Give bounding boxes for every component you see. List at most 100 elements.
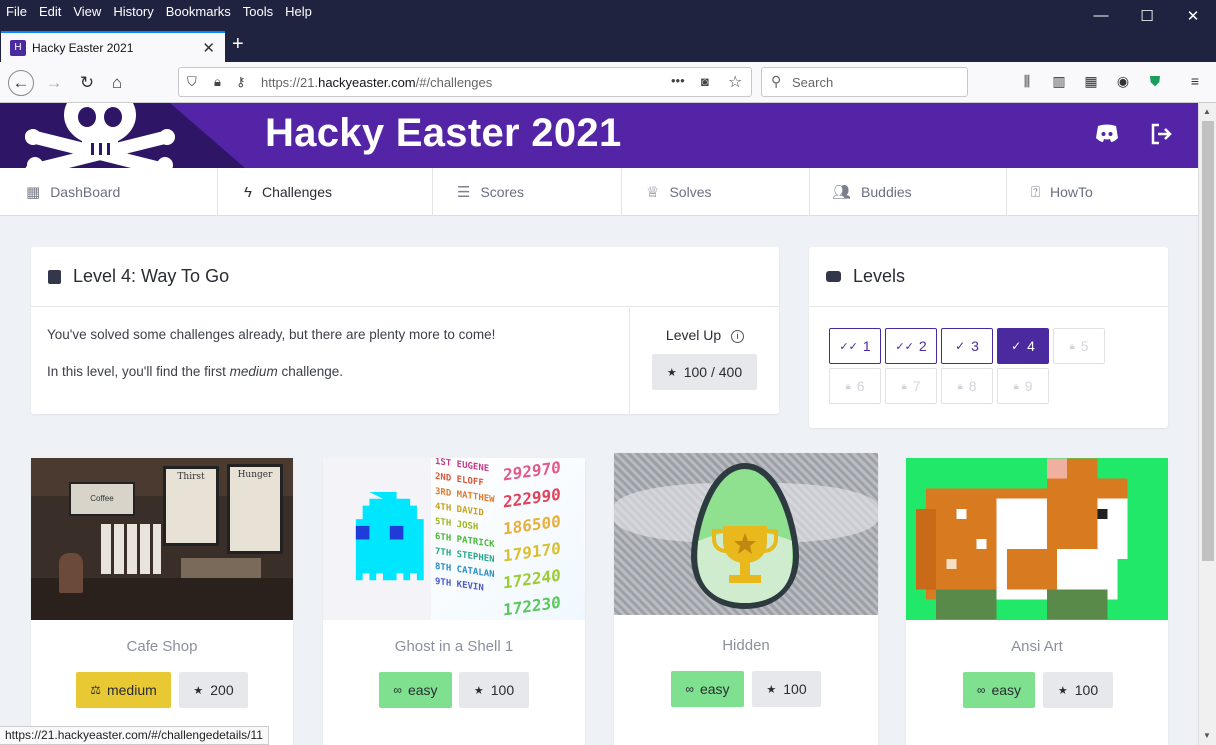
mask-icon: ∞ xyxy=(976,683,986,697)
level-button-9[interactable]: 🔒︎ 9 xyxy=(997,368,1049,404)
menu-view[interactable]: View xyxy=(73,4,101,19)
trophy-icon: ♕ xyxy=(646,184,660,201)
new-tab-icon[interactable]: + xyxy=(232,33,244,56)
scroll-down-arrow-icon[interactable]: ▼ xyxy=(1203,731,1211,740)
sidebar-icon[interactable]: ▥ xyxy=(1049,73,1069,90)
shield-icon[interactable]: ⛉ xyxy=(187,74,197,90)
difficulty-badge: ∞ easy xyxy=(963,672,1035,708)
page-scrollbar[interactable]: ▲ ▼ xyxy=(1198,103,1216,745)
mask-icon: ∞ xyxy=(685,682,694,696)
menu-tools[interactable]: Tools xyxy=(243,4,273,19)
level-button-3[interactable]: ✓ 3 xyxy=(941,328,993,364)
bookmark-star-icon[interactable]: ☆ xyxy=(728,72,742,92)
mask-icon: ∞ xyxy=(393,683,402,697)
challenge-name[interactable]: Ghost in a Shell 1 xyxy=(323,638,585,655)
account-icon[interactable]: ◉ xyxy=(1113,73,1133,90)
scrollbar-thumb[interactable] xyxy=(1202,121,1214,561)
cafe-shop-image: Thirst Hunger Coffee xyxy=(31,458,293,620)
minimize-button[interactable]: — xyxy=(1078,0,1124,31)
hidden-image xyxy=(614,453,878,615)
menu-help[interactable]: Help xyxy=(285,4,312,19)
nav-buddies[interactable]: 👥︎ Buddies xyxy=(810,168,1007,216)
lock-icon: 🔒︎ xyxy=(957,380,963,392)
menu-history[interactable]: History xyxy=(113,4,153,19)
browser-window: File Edit View History Bookmarks Tools H… xyxy=(0,0,1216,745)
maximize-button[interactable]: ☐ xyxy=(1124,0,1170,31)
nav-solves-label: Solves xyxy=(669,184,712,200)
challenge-card-ghost-in-a-shell-1[interactable]: 1ST EUGENE 2ND ELOFF 3RD MATTHEW 4TH DAV… xyxy=(323,458,585,745)
level-button-6[interactable]: 🔒︎ 6 xyxy=(829,368,881,404)
points-badge: ★ 100 xyxy=(752,671,821,707)
scroll-up-arrow-icon[interactable]: ▲ xyxy=(1203,107,1211,116)
level-button-2[interactable]: ✓✓ 2 xyxy=(885,328,937,364)
back-arrow-icon[interactable]: ← xyxy=(8,70,34,96)
nav-howto-label: HowTo xyxy=(1050,184,1093,200)
info-icon[interactable]: i xyxy=(731,329,745,343)
nav-solves[interactable]: ♕ Solves xyxy=(622,168,810,216)
levels-card-header: Levels xyxy=(809,247,1168,307)
menu-file[interactable]: File xyxy=(6,4,27,19)
bolt-icon: ϟ xyxy=(244,183,252,201)
page-content: Hacky Easter 2021 ▦ DashBoard ϟ Challenges… xyxy=(0,103,1198,745)
level-button-5[interactable]: 🔒︎ 5 xyxy=(1053,328,1105,364)
nav-howto[interactable]: ⍰ HowTo xyxy=(1007,168,1198,216)
pocket-icon[interactable]: ◙ xyxy=(701,74,709,89)
key-icon[interactable]: ⚷ xyxy=(236,74,246,90)
status-bar-url: https://21.hackyeaster.com/#/challengede… xyxy=(0,726,269,745)
menu-bookmarks[interactable]: Bookmarks xyxy=(166,4,231,19)
close-tab-icon[interactable]: ✕ xyxy=(202,39,215,57)
points-value: 100 xyxy=(490,682,515,698)
url-text[interactable]: https://21.hackyeaster.com/#/challenges xyxy=(261,75,492,90)
lock-icon: 🔒︎ xyxy=(901,380,907,392)
skull-crossbones-logo-icon xyxy=(25,103,175,170)
lock-icon: 🔒︎ xyxy=(1069,340,1075,352)
containers-icon[interactable]: ▦ xyxy=(1081,73,1101,90)
close-window-button[interactable]: ✕ xyxy=(1170,0,1216,31)
lock-icon[interactable]: 🔒︎ xyxy=(214,74,221,90)
difficulty-label: medium xyxy=(106,682,157,698)
tab-hacky-easter[interactable]: H Hacky Easter 2021 ✕ xyxy=(1,31,225,62)
level-button-7[interactable]: 🔒︎ 7 xyxy=(885,368,937,404)
hamburger-menu-icon[interactable]: ≡ xyxy=(1185,73,1205,89)
level-progress-badge: ★ 100 / 400 xyxy=(652,354,757,390)
nav-challenges[interactable]: ϟ Challenges xyxy=(218,168,433,216)
hacky-easter-favicon-icon: H xyxy=(10,39,26,56)
points-value: 100 xyxy=(783,681,807,697)
points-badge: ★ 200 xyxy=(179,672,248,708)
difficulty-label: easy xyxy=(407,682,438,698)
page-actions-icon[interactable]: ••• xyxy=(671,73,685,88)
difficulty-label: easy xyxy=(991,682,1022,698)
extension-shield-icon[interactable]: ⛊ xyxy=(1145,73,1165,90)
home-icon[interactable]: ⌂ xyxy=(104,70,130,96)
menu-edit[interactable]: Edit xyxy=(39,4,61,19)
challenge-name[interactable]: Hidden xyxy=(614,637,878,654)
level-up-panel: Level Up i ★ 100 / 400 xyxy=(629,308,779,415)
level-button-1[interactable]: ✓✓ 1 xyxy=(829,328,881,364)
level-button-4[interactable]: ✓ 4 xyxy=(997,328,1049,364)
level-button-8[interactable]: 🔒︎ 8 xyxy=(941,368,993,404)
url-bar[interactable]: ⛉ 🔒︎ ⚷ https://21.hackyeaster.com/#/chal… xyxy=(178,67,752,97)
library-icon[interactable]: ⫼ xyxy=(1017,73,1037,90)
star-icon: ★ xyxy=(766,683,777,696)
check-icon: ✓ xyxy=(1011,339,1022,353)
levels-icon xyxy=(826,271,841,282)
level-up-label: Level Up i xyxy=(630,327,780,343)
search-input[interactable]: ⚲ Search xyxy=(761,67,968,97)
nav-dashboard[interactable]: ▦ DashBoard xyxy=(0,168,218,216)
logout-icon[interactable] xyxy=(1148,121,1174,147)
points-value: 200 xyxy=(210,682,234,698)
forward-arrow-icon[interactable]: → xyxy=(41,70,67,96)
scoreboard-scores: 292970 222990 186500 179170 172240 17223… xyxy=(503,458,561,620)
level-card-header: Level 4: Way To Go xyxy=(31,247,779,307)
challenge-name[interactable]: Ansi Art xyxy=(906,638,1168,655)
nav-buddies-label: Buddies xyxy=(861,184,912,200)
challenge-card-cafe-shop[interactable]: Thirst Hunger Coffee Cafe Shop ⚖ medium ★… xyxy=(31,458,293,745)
reload-icon[interactable]: ↻ xyxy=(74,70,100,96)
challenge-name[interactable]: Cafe Shop xyxy=(31,638,293,655)
nav-scores[interactable]: ☰ Scores xyxy=(433,168,622,216)
egg-trophy-icon xyxy=(690,462,800,610)
challenge-card-ansi-art[interactable]: Ansi Art ∞ easy ★ 100 xyxy=(906,458,1168,745)
challenge-card-hidden[interactable]: Hidden ∞ easy ★ 100 xyxy=(614,453,878,745)
discord-icon[interactable] xyxy=(1094,121,1120,147)
level-text-2: In this level, you'll find the first med… xyxy=(47,364,343,379)
